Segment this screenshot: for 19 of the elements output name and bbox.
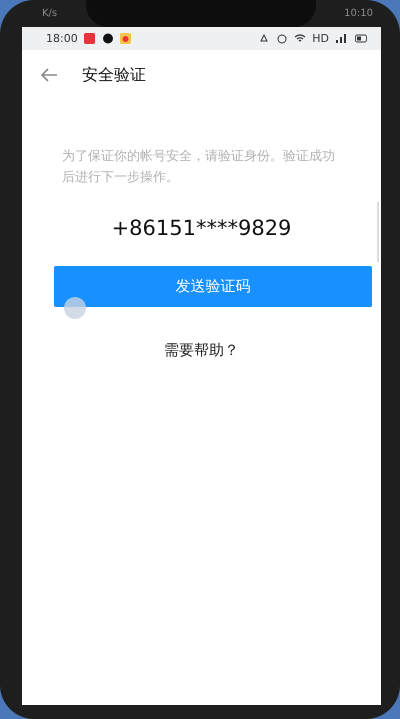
network-text: HD [312,32,329,45]
bell-icon [258,33,270,44]
status-time: 18:00 [46,32,78,45]
app-icon [120,33,132,44]
app-icon [102,33,114,44]
phone-number: +86151****9829 [110,216,292,240]
back-arrow-icon[interactable] [40,68,58,82]
page-title: 安全验证 [82,64,146,86]
device-time: 10:10 [344,8,373,19]
signal-icon [335,33,347,44]
scroll-bar [377,202,379,262]
alarm-icon [276,33,288,44]
touch-indicator [64,297,86,319]
app-icon [84,33,96,44]
description-text: 为了保证你的帐号安全，请验证身份。验证成功后进行下一步操作。 [62,148,336,187]
speed-text: K/s [42,8,58,19]
help-link[interactable]: 需要帮助？ [164,341,239,360]
wifi-icon [294,33,306,44]
battery-icon [353,33,369,44]
